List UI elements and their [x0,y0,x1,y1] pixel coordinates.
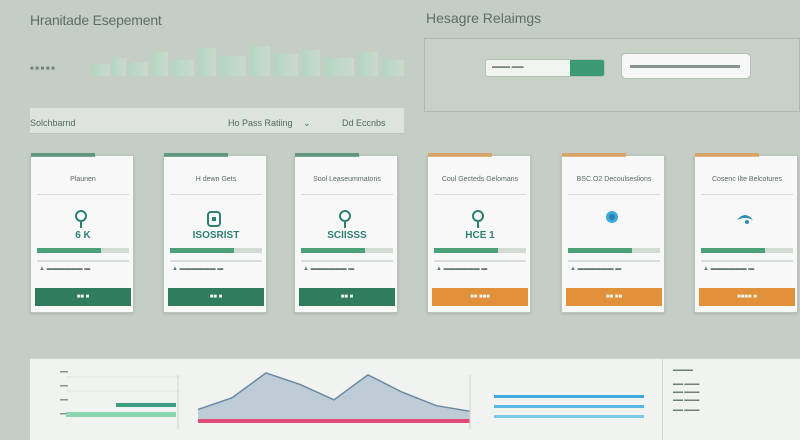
card-line [37,260,129,262]
progress-bar [434,248,526,253]
card-meta: ▲ ▬▬▬▬▬▬ ▬ [303,266,355,272]
legend-row: ▬▬▬▬ [673,367,693,373]
y-tick [60,385,68,387]
hero-strip [92,46,404,76]
y-tick [60,399,68,401]
area-series [198,372,470,419]
bird-icon [735,208,755,230]
legend-row: ▬▬ ▬▬▬ [673,397,700,403]
card-line [568,260,660,262]
card-value: HCE 1 [465,230,495,241]
card-line [301,260,393,262]
progress-fill [170,248,235,253]
filter-pass-rating[interactable]: Ho Pass Ratiing ⌄ [228,118,311,129]
card-action-button[interactable]: ■■■■ ■ [699,288,795,306]
card-accent-tab [295,153,359,157]
progress-fill [37,248,102,253]
sub-info: ■ ■ ■ ■ ■ [30,66,55,72]
card-title: Sool Leaseummatons [313,176,381,183]
toggle-label: ▬▬▬ ▬▬ [492,64,524,70]
y-axis-ticks [60,371,68,415]
filter-search[interactable]: Solchbarnd [30,118,76,128]
bar-dark [116,403,176,407]
range-input[interactable] [621,53,751,79]
box-icon [204,208,224,230]
range-track [630,65,740,68]
progress-bar [568,248,660,253]
card-divider [37,194,129,195]
card-title: Cosenc Ilte Belcotures [711,176,783,183]
card-action-button[interactable]: ■■ ■ [299,288,395,306]
card-meta: ▲ ▬▬▬▬▬▬ ▬ [172,266,224,272]
card-title: H dewn Gets [195,176,237,183]
card-accent-tab [428,153,492,157]
filter-pass-rating-label: Ho Pass Ratiing [228,118,293,128]
card-title: BSC.O2 Decoulseslions [576,176,652,183]
chart-panel: ▬▬▬▬ ▬▬ ▬▬▬ ▬▬ ▬▬▬ ▬▬ ▬▬▬ ▬▬ ▬▬▬ [30,358,800,440]
metric-card[interactable]: Plaunen 6 K ▲ ▬▬▬▬▬▬ ▬ ■■ ■ [30,153,134,313]
card-divider [434,194,526,195]
card-action-button[interactable]: ■■ ■ [35,288,131,306]
filter-ecconbs[interactable]: Dd Eccnbs [342,118,386,128]
area-chart [60,371,644,429]
card-divider [170,194,262,195]
card-line [701,260,793,262]
legend-row: ▬▬ ▬▬▬ [673,381,700,387]
toggle-slider[interactable]: ▬▬▬ ▬▬ [485,59,605,77]
card-meta: ▲ ▬▬▬▬▬▬ ▬ [39,266,91,272]
progress-fill [434,248,499,253]
card-accent-tab [31,153,95,157]
stripe [494,395,644,398]
metric-card[interactable]: Coul Gecteds Gelomans HCE 1 ▲ ▬▬▬▬▬▬ ▬ ■… [427,153,531,313]
card-divider [301,194,393,195]
panel-title: Hesagre Relaimgs [426,10,542,26]
card-accent-tab [164,153,228,157]
metric-card[interactable]: Cosenc Ilte Belcotures ▲ ▬▬▬▬▬▬ ▬ ■■■■ ■ [694,153,798,313]
app-title: Hranitade Esepement [30,12,162,28]
stripe [494,415,644,418]
cloud-icon [602,208,622,230]
progress-fill [701,248,766,253]
card-divider [568,194,660,195]
pin-icon [335,208,355,230]
baseline-pink [198,419,470,423]
progress-bar [701,248,793,253]
card-title: Plaunen [70,176,96,183]
card-accent-tab [695,153,759,157]
metric-card[interactable]: BSC.O2 Decoulseslions ▲ ▬▬▬▬▬▬ ▬ ■■ ■■ [561,153,665,313]
legend-row: ▬▬ ▬▬▬ [673,407,700,413]
card-value: 6 K [75,230,91,241]
card-value: ISOSRIST [192,230,240,241]
card-action-button[interactable]: ■■ ■■ [566,288,662,306]
card-divider [701,194,793,195]
progress-bar [37,248,129,253]
progress-bar [170,248,262,253]
metric-card[interactable]: H dewn Gets ISOSRIST ▲ ▬▬▬▬▬▬ ▬ ■■ ■ [163,153,267,313]
legend-row: ▬▬ ▬▬▬ [673,389,700,395]
toggle-fill [570,60,604,76]
card-meta: ▲ ▬▬▬▬▬▬ ▬ [436,266,488,272]
pin-icon [71,208,91,230]
card-meta: ▲ ▬▬▬▬▬▬ ▬ [570,266,622,272]
progress-bar [301,248,393,253]
progress-fill [568,248,633,253]
metric-card[interactable]: Sool Leaseummatons SCIISSS ▲ ▬▬▬▬▬▬ ▬ ■■… [294,153,398,313]
card-action-button[interactable]: ■■ ■■■ [432,288,528,306]
card-action-button[interactable]: ■■ ■ [168,288,264,306]
stripe [494,405,644,408]
filter-bar: Solchbarnd Ho Pass Ratiing ⌄ Dd Eccnbs [30,108,404,134]
bar-light [66,412,176,417]
pin-icon [468,208,488,230]
card-accent-tab [562,153,626,157]
card-title: Coul Gecteds Gelomans [441,176,519,183]
settings-panel: ▬▬▬ ▬▬ [424,38,800,112]
progress-fill [301,248,366,253]
chevron-down-icon: ⌄ [303,118,311,128]
y-tick [60,371,68,373]
legend-box: ▬▬▬▬ ▬▬ ▬▬▬ ▬▬ ▬▬▬ ▬▬ ▬▬▬ ▬▬ ▬▬▬ [662,359,800,440]
card-line [170,260,262,262]
card-value: SCIISSS [327,230,367,241]
card-meta: ▲ ▬▬▬▬▬▬ ▬ [703,266,755,272]
card-line [434,260,526,262]
